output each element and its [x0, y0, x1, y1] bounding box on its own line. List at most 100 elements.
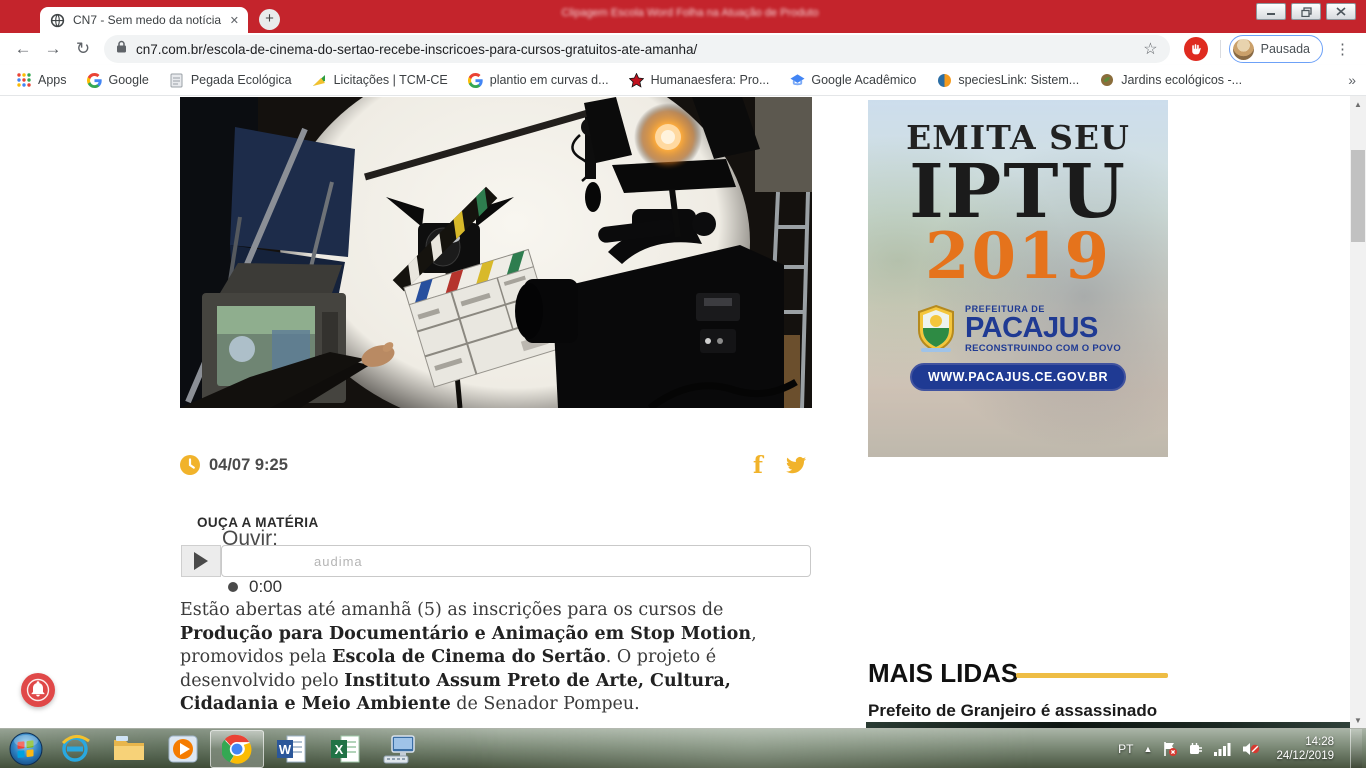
share-twitter-icon[interactable]	[782, 451, 810, 479]
url-text: cn7.com.br/escola-de-cinema-do-sertao-re…	[136, 42, 1134, 57]
taskbar-excel-button[interactable]: X	[318, 729, 372, 768]
scrollbar-thumb[interactable]	[1351, 150, 1365, 242]
profile-chip[interactable]: Pausada	[1229, 35, 1323, 63]
scroll-up-icon[interactable]: ▲	[1350, 96, 1366, 112]
browser-toolbar: ← → ↻ cn7.com.br/escola-de-cinema-do-ser…	[0, 33, 1366, 65]
taskbar-chrome-button[interactable]	[210, 730, 264, 768]
pacajus-crest-icon	[915, 304, 957, 354]
toolbar-divider	[1220, 40, 1221, 58]
apps-grid-icon	[16, 72, 32, 88]
bookmark-label: Google Acadêmico	[811, 73, 916, 87]
article-date: 04/07 9:25	[209, 456, 288, 475]
bookmarks-list: Apps Google Pegada Ecológica Licitações | T…	[8, 69, 1250, 91]
remote-desktop-icon	[382, 734, 416, 764]
taskbar-ie-button[interactable]	[48, 729, 102, 768]
restore-button[interactable]	[1291, 3, 1321, 20]
folder-icon	[112, 734, 146, 764]
excel-icon: X	[329, 734, 361, 764]
window-titlebar: CN7 - Sem medo da notícia! ✕ + Clipagem …	[0, 0, 1366, 33]
forward-icon[interactable]: →	[38, 35, 68, 63]
page-scrollbar[interactable]: ▲ ▼	[1350, 96, 1366, 728]
tab-close-icon[interactable]: ✕	[230, 14, 239, 27]
audio-time: 0:00	[249, 577, 282, 597]
adblock-extension-icon[interactable]	[1184, 37, 1208, 61]
bookmark-label: plantio em curvas d...	[490, 73, 609, 87]
show-desktop-button[interactable]	[1350, 729, 1362, 768]
flag-green-icon	[312, 72, 328, 88]
taskbar-media-player-button[interactable]	[156, 729, 210, 768]
start-button[interactable]	[4, 729, 48, 768]
url-bar[interactable]: cn7.com.br/escola-de-cinema-do-sertao-re…	[104, 35, 1170, 63]
action-center-flag-icon[interactable]	[1162, 741, 1178, 757]
article-paragraph: Estão abertas até amanhã (5) as inscriçõ…	[180, 599, 814, 717]
most-read-title: MAIS LIDAS	[868, 658, 1018, 689]
bookmark-item[interactable]: Google Acadêmico	[781, 69, 924, 91]
bookmark-item[interactable]: Google	[79, 69, 157, 91]
bookmark-item[interactable]: Pegada Ecológica	[161, 69, 300, 91]
audio-player-field[interactable]: audima	[221, 545, 811, 577]
bookmark-item[interactable]: Jardins ecológicos -...	[1091, 69, 1250, 91]
bookmark-item[interactable]: Licitações | TCM-CE	[304, 69, 456, 91]
taskbar-word-button[interactable]: W	[264, 729, 318, 768]
ad-slogan: RECONSTRUINDO COM O POVO	[965, 343, 1121, 354]
browser-tab[interactable]: CN7 - Sem medo da notícia! ✕	[40, 7, 248, 33]
minimize-button[interactable]	[1256, 3, 1286, 20]
close-button[interactable]	[1326, 3, 1356, 20]
power-plug-icon[interactable]	[1188, 741, 1204, 757]
play-icon	[194, 552, 208, 570]
back-icon[interactable]: ←	[8, 35, 38, 63]
chrome-icon	[222, 734, 252, 764]
lock-icon[interactable]	[116, 40, 127, 58]
pacajus-logo: PREFEITURA DE PACAJUS RECONSTRUINDO COM …	[868, 304, 1168, 354]
scroll-down-icon[interactable]: ▼	[1350, 712, 1366, 728]
bookmark-label: Jardins ecológicos -...	[1121, 73, 1242, 87]
language-indicator[interactable]: PT	[1118, 742, 1133, 756]
bookmark-item[interactable]: speciesLink: Sistem...	[928, 69, 1087, 91]
tray-expand-icon[interactable]: ▲	[1144, 744, 1153, 754]
notifications-bell-button[interactable]	[21, 673, 55, 707]
svg-text:X: X	[335, 742, 344, 757]
bookmarks-bar: Apps Google Pegada Ecológica Licitações | T…	[0, 65, 1366, 96]
new-tab-button[interactable]: +	[259, 9, 280, 30]
window-controls	[1256, 3, 1356, 20]
bookmark-item[interactable]: plantio em curvas d...	[460, 69, 617, 91]
tab-title: CN7 - Sem medo da notícia!	[73, 13, 222, 27]
network-signal-icon[interactable]	[1214, 742, 1232, 756]
profile-label: Pausada	[1261, 42, 1310, 56]
windows-taskbar: W X PT ▲	[0, 728, 1366, 768]
clock-date: 24/12/2019	[1276, 749, 1334, 763]
reload-icon[interactable]: ↻	[68, 35, 98, 63]
ad-url-pill[interactable]: WWW.PACAJUS.CE.GOV.BR	[910, 363, 1126, 391]
ad-org: PACAJUS	[965, 314, 1121, 343]
most-read-headline[interactable]: Prefeito de Granjeiro é assassinado	[868, 701, 1348, 721]
bookmarks-overflow-icon[interactable]: »	[1348, 72, 1356, 88]
google-g-icon	[468, 72, 484, 88]
bookmark-item[interactable]: Humanaesfera: Pro...	[621, 69, 778, 91]
bell-icon	[25, 677, 51, 703]
browser-menu-icon[interactable]: ⋮	[1327, 40, 1358, 58]
bookmark-label: Humanaesfera: Pro...	[651, 73, 770, 87]
iptu-ad-banner[interactable]: EMITA SEU IPTU 2019 PREFEITURA DE PACAJU…	[868, 100, 1168, 457]
audio-play-button[interactable]	[181, 545, 221, 577]
volume-muted-icon[interactable]	[1242, 741, 1260, 757]
google-g-icon	[87, 72, 103, 88]
taskbar-clock[interactable]: 14:28 24/12/2019	[1270, 735, 1340, 763]
media-player-icon	[167, 733, 199, 765]
most-read-accent-line	[1016, 673, 1168, 678]
leaf-icon	[1099, 72, 1115, 88]
ad-line2: IPTU	[868, 157, 1168, 227]
taskbar-explorer-button[interactable]	[102, 729, 156, 768]
audio-progress-dot[interactable]	[228, 582, 238, 592]
audio-time-row: 0:00	[228, 577, 282, 597]
bookmark-star-icon[interactable]: ☆	[1143, 39, 1157, 59]
bookmark-item[interactable]: Apps	[8, 69, 75, 91]
share-facebook-icon[interactable]: f	[744, 451, 772, 479]
page-content: 04/07 9:25 f OUÇA A MATÉRIA Ouvir: audim…	[0, 96, 1366, 728]
taskbar-remote-desktop-button[interactable]	[372, 729, 426, 768]
system-tray: PT ▲ 14:28 24/12/2019	[1118, 729, 1366, 768]
bookmark-label: Pegada Ecológica	[191, 73, 292, 87]
bookmark-label: Google	[109, 73, 149, 87]
ad-line3: 2019	[868, 227, 1168, 288]
windows-logo-icon	[8, 731, 44, 767]
article-hero-image	[180, 97, 812, 408]
